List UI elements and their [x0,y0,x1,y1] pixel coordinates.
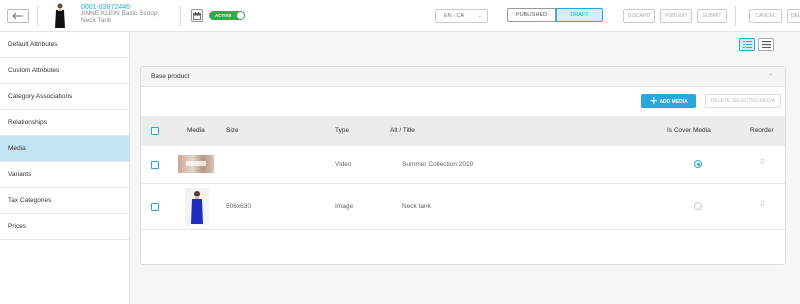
product-name: ANNE KLEIN Basic Scoop Neck Tank [81,10,158,24]
calendar-button[interactable] [191,9,203,22]
chevron-up-icon[interactable]: ⌃ [768,73,773,80]
panel-header[interactable]: Base product ⌃ [141,67,785,87]
media-thumbnail-video[interactable] [178,155,214,173]
cover-media-radio[interactable] [694,160,702,168]
media-size: 506x630 [226,203,251,210]
sidebar-item-prices[interactable]: Prices [0,214,130,240]
media-alt-title: Summer Collection 2019 [402,161,474,168]
divider [735,6,736,26]
sidebar-item-default-attributes[interactable]: Default Attributes [0,32,130,58]
locale-value: EN - CA [444,13,465,19]
plus-icon: ＋ [649,96,659,106]
publish-button[interactable]: PUBLISH [660,9,692,23]
column-size: Size [226,127,239,134]
sidebar-item-media[interactable]: Media [0,136,130,162]
discard-button[interactable]: DISCARD [623,9,655,23]
divider [37,6,38,26]
add-media-button[interactable]: ＋ ADD MEDIA [641,94,696,108]
sidebar-item-tax-categories[interactable]: Tax Categories [0,188,130,214]
list-icon [761,41,771,48]
status-label: ACTIVE [215,13,232,18]
back-button[interactable] [7,9,29,23]
sidebar-item-custom-attributes[interactable]: Custom Attributes [0,58,130,84]
media-type: Video [335,161,352,168]
published-tab[interactable]: PUBLISHED [507,8,556,22]
reorder-handle-icon[interactable]: ⇳ [759,157,766,166]
main-content: Base product ⌃ ＋ ADD MEDIA DELETE SELECT… [130,32,800,304]
submit-button[interactable]: SUBMIT [697,9,727,23]
column-reorder: Reorder [750,127,774,134]
column-alt-title: Alt / Title [390,127,415,134]
add-media-label: ADD MEDIA [659,99,688,105]
list-view-toggle[interactable] [758,38,774,51]
table-header: Media Size Type Alt / Title Is Cover Med… [141,116,785,146]
detail-list-icon [742,41,752,48]
delete-selected-media-button[interactable]: DELETE SELECTED MEDIA [705,94,781,108]
row-checkbox[interactable] [151,161,159,169]
divider [180,6,181,26]
reorder-handle-icon[interactable]: ⇳ [759,199,766,208]
column-type: Type [335,127,350,134]
draft-tab[interactable]: DRAFT [556,8,603,22]
column-media: Media [187,127,205,134]
back-arrow-icon [12,12,23,20]
panel-title: Base product [151,73,190,80]
column-is-cover-media: Is Cover Media [667,127,711,134]
product-thumbnail [50,2,70,30]
sidebar-item-category-associations[interactable]: Category Associations [0,84,130,110]
top-bar: 0001-83872446 ANNE KLEIN Basic Scoop Nec… [0,0,800,32]
row-checkbox[interactable] [151,203,159,211]
cover-media-radio[interactable] [694,202,702,210]
media-thumbnail-image[interactable] [185,188,209,226]
detail-view-toggle[interactable] [739,38,755,51]
active-status-toggle[interactable]: ACTIVE [209,11,245,20]
chevron-down-icon: ⌄ [477,13,482,19]
calendar-icon [193,11,201,20]
table-row[interactable]: Video Summer Collection 2019 ⇳ [141,146,785,184]
locale-select[interactable]: EN - CA ⌄ [435,9,488,23]
media-type: Image [335,203,354,210]
toggle-knob [237,12,244,19]
sidebar-item-variants[interactable]: Variants [0,162,130,188]
cancel-button[interactable]: CANCEL [749,9,782,23]
delete-button[interactable]: DEL [787,9,800,23]
sidebar-item-relationships[interactable]: Relationships [0,110,130,136]
select-all-checkbox[interactable] [151,127,159,135]
table-row[interactable]: 506x630 Image Neck tank ⇳ [141,184,785,230]
media-alt-title: Neck tank [402,203,431,210]
sidebar: Default Attributes Custom Attributes Cat… [0,32,130,304]
base-product-panel: Base product ⌃ ＋ ADD MEDIA DELETE SELECT… [140,66,786,265]
